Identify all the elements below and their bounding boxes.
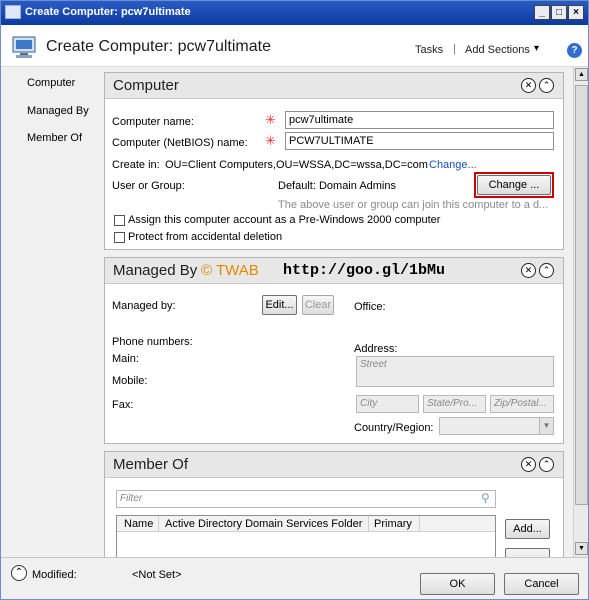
managed-by-section-header: Managed By © TWAB http://goo.gl/1bMu ✕ ⌃ bbox=[105, 258, 563, 284]
member-of-section: Member Of ✕ ⌃ Filter ⚲ Name Active Direc… bbox=[104, 451, 564, 557]
section-title: Managed By bbox=[113, 262, 198, 279]
user-group-value: Default: Domain Admins bbox=[278, 180, 396, 192]
dialog-title: Create Computer: pcw7ultimate bbox=[46, 38, 271, 55]
member-of-table[interactable]: Name Active Directory Domain Services Fo… bbox=[116, 515, 496, 557]
required-icon: ✳ bbox=[265, 133, 276, 148]
column-header-primary[interactable]: Primary bbox=[374, 518, 412, 530]
create-computer-window: Create Computer: pcw7ultimate _ □ × Crea… bbox=[0, 0, 589, 600]
office-label: Office: bbox=[354, 301, 386, 313]
edit-button[interactable]: Edit... bbox=[262, 295, 297, 315]
city-input[interactable]: City bbox=[356, 395, 419, 413]
change-user-group-button[interactable]: Change ... bbox=[477, 175, 551, 195]
street-input[interactable]: Street bbox=[356, 356, 554, 387]
chevron-down-icon[interactable]: ▼ bbox=[539, 418, 553, 434]
minimize-button[interactable]: _ bbox=[534, 5, 550, 20]
column-divider bbox=[158, 516, 159, 532]
computer-section: Computer ✕ ⌃ Computer name: ✳ pcw7ultima… bbox=[104, 72, 564, 250]
nav-item-member-of[interactable]: Member Of bbox=[27, 132, 82, 144]
pre-windows-2000-checkbox[interactable] bbox=[114, 215, 125, 226]
add-sections-menu[interactable]: Add Sections bbox=[465, 44, 530, 56]
phone-numbers-label: Phone numbers: bbox=[112, 336, 193, 348]
netbios-name-label: Computer (NetBIOS) name: bbox=[112, 137, 248, 149]
user-group-hint: The above user or group can join this co… bbox=[278, 199, 549, 211]
computer-icon bbox=[12, 36, 36, 58]
tasks-menu[interactable]: Tasks bbox=[415, 44, 443, 56]
section-title: Computer bbox=[113, 77, 179, 94]
country-region-select[interactable] bbox=[439, 417, 554, 435]
close-section-icon[interactable]: ✕ bbox=[521, 78, 536, 93]
pre-windows-2000-label: Assign this computer account as a Pre-Wi… bbox=[128, 214, 441, 226]
scroll-down-icon[interactable]: ▼ bbox=[575, 542, 588, 555]
ok-button[interactable]: OK bbox=[420, 573, 495, 595]
help-icon[interactable]: ? bbox=[567, 43, 582, 58]
watermark-url: http://goo.gl/1bMu bbox=[283, 262, 446, 279]
modified-label: Modified: bbox=[32, 569, 77, 581]
search-icon[interactable]: ⚲ bbox=[481, 491, 490, 505]
cancel-button[interactable]: Cancel bbox=[504, 573, 579, 595]
user-group-label: User or Group: bbox=[112, 180, 185, 192]
change-location-link[interactable]: Change... bbox=[429, 159, 477, 171]
fax-label: Fax: bbox=[112, 399, 134, 411]
collapse-icon[interactable]: ⌃ bbox=[539, 263, 554, 278]
column-divider bbox=[419, 516, 420, 532]
collapse-icon[interactable]: ⌃ bbox=[539, 457, 554, 472]
managed-by-label: Managed by: bbox=[112, 300, 176, 312]
modified-value: <Not Set> bbox=[132, 569, 182, 581]
scroll-up-icon[interactable]: ▲ bbox=[575, 68, 588, 81]
state-input[interactable]: State/Pro... bbox=[423, 395, 486, 413]
country-region-label: Country/Region: bbox=[354, 422, 434, 434]
sections-pane: Computer ✕ ⌃ Computer name: ✳ pcw7ultima… bbox=[101, 67, 573, 557]
section-nav: Computer Managed By Member Of bbox=[1, 67, 101, 557]
watermark-text: © TWAB bbox=[201, 262, 259, 279]
computer-name-input[interactable]: pcw7ultimate bbox=[285, 111, 554, 129]
add-button[interactable]: Add... bbox=[505, 519, 550, 539]
clear-button[interactable]: Clear bbox=[302, 295, 334, 315]
close-button[interactable]: × bbox=[568, 5, 584, 20]
section-title: Member Of bbox=[113, 456, 189, 473]
collapse-icon[interactable]: ⌃ bbox=[539, 78, 554, 93]
window-title: Create Computer: pcw7ultimate bbox=[25, 6, 191, 18]
nav-item-computer[interactable]: Computer bbox=[27, 77, 75, 89]
column-header-name[interactable]: Name bbox=[124, 518, 153, 530]
close-section-icon[interactable]: ✕ bbox=[521, 457, 536, 472]
computer-name-label: Computer name: bbox=[112, 116, 194, 128]
title-bar[interactable]: Create Computer: pcw7ultimate _ □ × bbox=[1, 1, 588, 25]
close-section-icon[interactable]: ✕ bbox=[521, 263, 536, 278]
netbios-name-input[interactable]: PCW7ULTIMATE bbox=[285, 132, 554, 150]
zip-input[interactable]: Zip/Postal... bbox=[490, 395, 554, 413]
member-of-section-header: Member Of ✕ ⌃ bbox=[105, 452, 563, 478]
protect-deletion-checkbox[interactable] bbox=[114, 232, 125, 243]
dialog-footer: ⌃ Modified: <Not Set> OK Cancel bbox=[1, 557, 588, 599]
table-header-row: Name Active Directory Domain Services Fo… bbox=[117, 516, 495, 532]
computer-icon bbox=[5, 5, 21, 19]
menu-separator: | bbox=[453, 43, 456, 55]
dialog-header: Create Computer: pcw7ultimate Tasks | Ad… bbox=[1, 25, 588, 67]
remove-button[interactable] bbox=[505, 548, 550, 557]
chevron-down-icon[interactable]: ▾ bbox=[534, 43, 539, 54]
expand-icon[interactable]: ⌃ bbox=[11, 565, 27, 581]
address-label: Address: bbox=[354, 343, 398, 355]
filter-input[interactable]: Filter bbox=[116, 490, 496, 508]
column-divider bbox=[368, 516, 369, 532]
computer-section-header: Computer ✕ ⌃ bbox=[105, 73, 563, 99]
create-in-label: Create in: bbox=[112, 159, 160, 171]
column-header-folder[interactable]: Active Directory Domain Services Folder bbox=[165, 518, 362, 530]
required-icon: ✳ bbox=[265, 112, 276, 127]
managed-by-section: Managed By © TWAB http://goo.gl/1bMu ✕ ⌃… bbox=[104, 257, 564, 444]
maximize-button[interactable]: □ bbox=[551, 5, 567, 20]
mobile-phone-label: Mobile: bbox=[112, 375, 148, 387]
create-in-value: OU=Client Computers,OU=WSSA,DC=wssa,DC=c… bbox=[165, 159, 428, 171]
main-phone-label: Main: bbox=[112, 353, 139, 365]
scrollbar-thumb[interactable] bbox=[575, 85, 588, 505]
protect-deletion-label: Protect from accidental deletion bbox=[128, 231, 283, 243]
nav-item-managed-by[interactable]: Managed By bbox=[27, 105, 89, 117]
vertical-scrollbar[interactable]: ▲ ▼ bbox=[573, 67, 588, 557]
